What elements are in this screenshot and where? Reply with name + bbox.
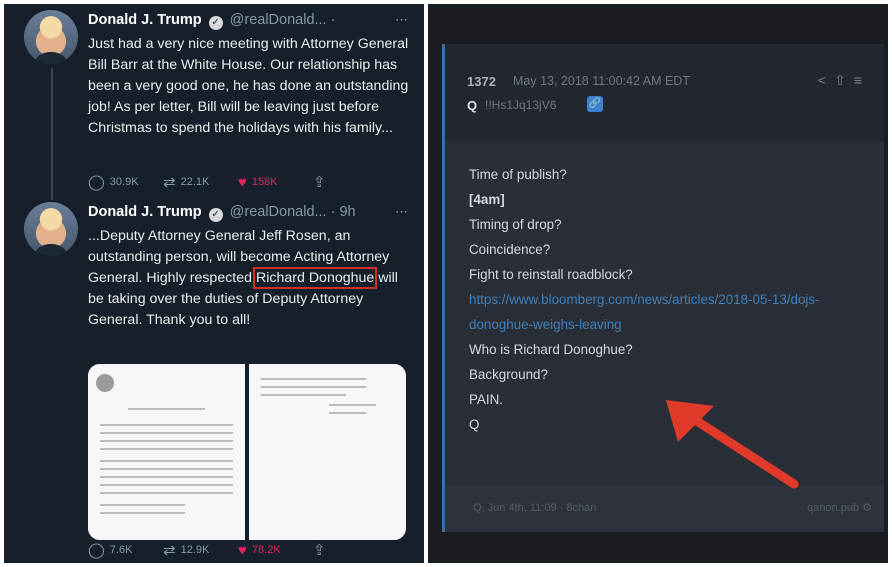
arrow-head [666, 400, 714, 442]
footer-source: Q, Jun 4th, 11:09 · 8chan [473, 502, 597, 514]
share-button[interactable]: ⇪ [313, 543, 388, 558]
tweet-header: Donald J. Trump ✓ @realDonald... · 9h ⋯ [88, 204, 418, 224]
letter-page-1-image[interactable] [88, 364, 245, 540]
tweet-header: Donald J. Trump ✓ @realDonald... · ⋯ [88, 12, 418, 32]
post-line: Background? [469, 367, 548, 382]
thread-connector-line [51, 68, 53, 200]
like-count: 158K [251, 176, 278, 188]
reply-icon: ◯ [88, 541, 105, 559]
footer-site[interactable]: qanon.pub ⚙ [807, 501, 872, 514]
share-icon: ⇪ [313, 541, 326, 559]
retweet-count: 12.9K [180, 544, 210, 556]
reply-count: 30.9K [109, 176, 139, 188]
author-handle[interactable]: @realDonald... [230, 204, 327, 220]
post-footer: Q, Jun 4th, 11:09 · 8chan qanon.pub ⚙ [445, 486, 884, 532]
retweet-button[interactable]: ⇄ 22.1K [163, 175, 238, 190]
post-line: Fight to reinstall roadblock? [469, 267, 633, 282]
more-options-icon[interactable]: ⋯ [395, 12, 408, 28]
upload-icon[interactable]: ⇧ [834, 72, 854, 88]
tweet-thread-panel: Donald J. Trump ✓ @realDonald... · ⋯ Jus… [4, 4, 424, 563]
post-line: Timing of drop? [469, 217, 562, 232]
author-name[interactable]: Donald J. Trump [88, 12, 202, 28]
share-icon[interactable]: < [818, 72, 834, 88]
heart-icon: ♥ [238, 173, 247, 191]
post-author: Q [467, 98, 478, 113]
verified-badge-icon: ✓ [208, 16, 223, 30]
more-options-icon[interactable]: ⋯ [395, 204, 408, 220]
seal-icon [96, 374, 114, 392]
post-number[interactable]: 1372 [467, 74, 496, 89]
verified-badge-icon: ✓ [208, 208, 223, 222]
reply-button[interactable]: ◯ 30.9K [88, 175, 163, 190]
tweet-actions: ◯ 7.6K ⇄ 12.9K ♥ 78.2K ⇪ [88, 540, 388, 560]
post-header: 1372 May 13, 2018 11:00:42 AM EDT <⇧≡ Q … [445, 44, 884, 142]
reply-icon: ◯ [88, 173, 105, 191]
reply-button[interactable]: ◯ 7.6K [88, 543, 163, 558]
post-header-icons: <⇧≡ [818, 72, 870, 89]
separator-dot: · [330, 12, 336, 28]
link-icon[interactable]: 🔗 [587, 96, 603, 112]
attached-letter-images[interactable] [88, 364, 406, 540]
author-handle[interactable]: @realDonald... [230, 12, 327, 28]
author-name[interactable]: Donald J. Trump [88, 204, 202, 220]
heart-icon: ♥ [238, 541, 247, 559]
like-count: 78.2K [251, 544, 281, 556]
post-line: Who is Richard Donoghue? [469, 342, 633, 357]
arrow-shaft [681, 409, 799, 489]
like-button[interactable]: ♥ 78.2K [238, 543, 313, 558]
reply-count: 7.6K [109, 544, 133, 556]
retweet-icon: ⇄ [163, 173, 176, 191]
red-arrow-annotation [666, 400, 799, 489]
tweet-text: Just had a very nice meeting with Attorn… [88, 36, 409, 136]
like-button[interactable]: ♥ 158K [238, 175, 313, 190]
post-line: [4am] [469, 192, 505, 207]
retweet-count: 22.1K [180, 176, 210, 188]
avatar[interactable] [24, 10, 78, 64]
retweet-icon: ⇄ [163, 541, 176, 559]
post-line: Coincidence? [469, 242, 551, 257]
tweet-time[interactable]: 9h [339, 204, 355, 220]
post-line: Time of publish? [469, 167, 567, 182]
share-button[interactable]: ⇪ [313, 175, 388, 190]
tweet-actions: ◯ 30.9K ⇄ 22.1K ♥ 158K ⇪ [88, 172, 388, 192]
menu-icon[interactable]: ≡ [854, 72, 870, 88]
post-tripcode: !!Hs1Jq13jV6 [485, 98, 557, 112]
post-date: May 13, 2018 11:00:42 AM EDT [513, 74, 690, 88]
avatar[interactable] [24, 202, 78, 256]
highlighted-name: Richard Donoghue [252, 267, 378, 289]
share-icon: ⇪ [313, 173, 326, 191]
post-link[interactable]: https://www.bloomberg.com/news/articles/… [469, 287, 859, 337]
retweet-button[interactable]: ⇄ 12.9K [163, 543, 238, 558]
letter-page-2-image[interactable] [245, 364, 406, 540]
tweet-text: ...Deputy Attorney General Jeff Rosen, a… [88, 226, 410, 331]
